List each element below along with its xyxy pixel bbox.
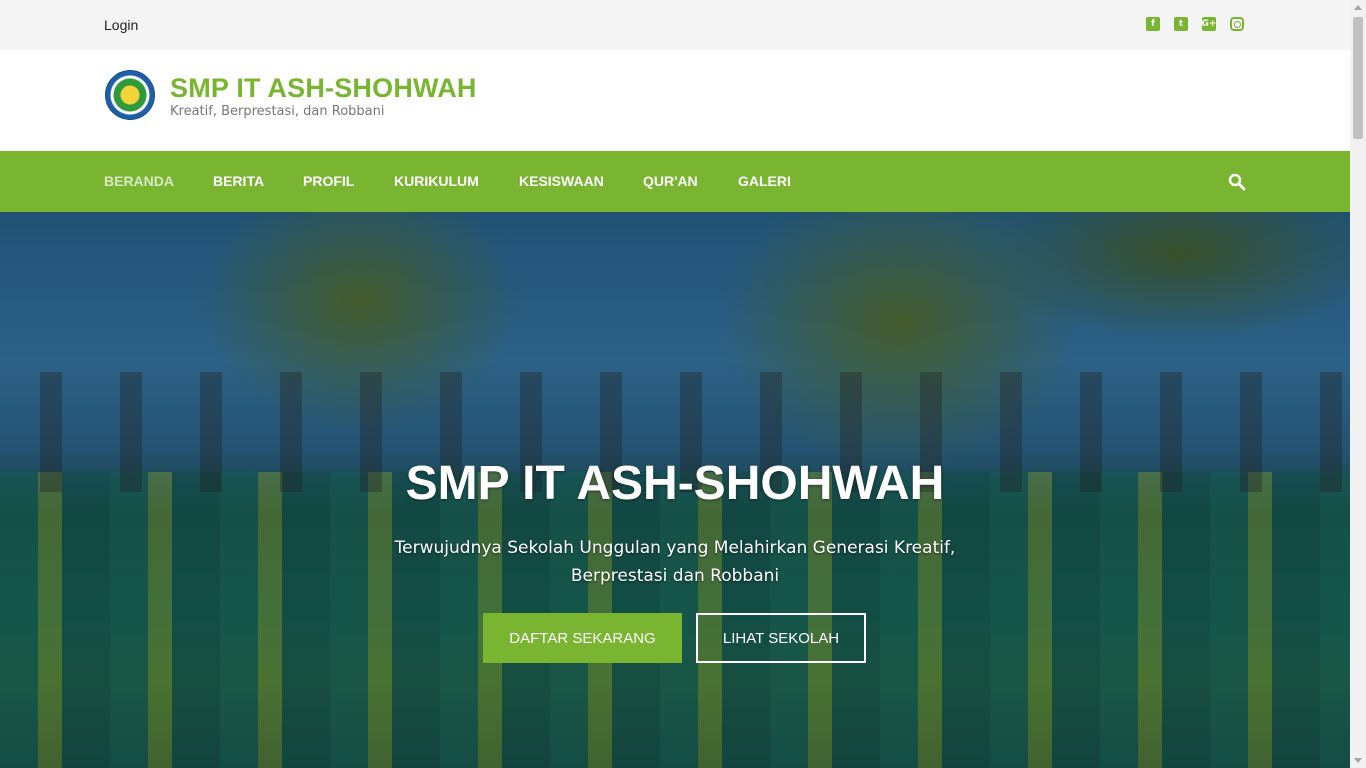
site-header: SMP IT ASH-SHOHWAH Kreatif, Berprestasi,… (0, 50, 1350, 151)
nav-item-kurikulum[interactable]: KURIKULUM (394, 173, 479, 189)
hero-text: Terwujudnya Sekolah Unggulan yang Melahi… (394, 538, 956, 586)
scroll-thumb[interactable] (1353, 17, 1363, 139)
nav-item-profil[interactable]: PROFIL (303, 173, 354, 189)
view-school-button[interactable]: LIHAT SEKOLAH (696, 613, 866, 663)
google-plus-icon[interactable]: G+ (1202, 17, 1216, 31)
nav-item-berita[interactable]: BERITA (213, 173, 264, 189)
search-icon[interactable] (1228, 173, 1246, 191)
login-link[interactable]: Login (104, 17, 138, 33)
top-bar: Login f t G+ (0, 0, 1350, 50)
register-now-button[interactable]: DAFTAR SEKARANG (483, 613, 682, 663)
facebook-icon[interactable]: f (1146, 17, 1160, 31)
social-links: f t G+ (1146, 17, 1244, 31)
page-scrollbar[interactable] (1350, 0, 1366, 768)
instagram-icon[interactable] (1230, 17, 1244, 31)
site-tagline: Kreatif, Berprestasi, dan Robbani (170, 104, 385, 119)
nav-item-quran[interactable]: QUR'AN (643, 173, 698, 189)
nav-item-beranda[interactable]: BERANDA (104, 173, 174, 189)
site-title[interactable]: SMP IT ASH-SHOHWAH (170, 73, 477, 104)
scroll-down-arrow-icon[interactable] (1354, 758, 1362, 763)
main-nav: BERANDA BERITA PROFIL KURIKULUM KESISWAA… (0, 151, 1350, 212)
hero-title: SMP IT ASH-SHOHWAH (405, 457, 945, 510)
school-logo[interactable] (105, 70, 155, 120)
nav-item-kesiswaan[interactable]: KESISWAAN (519, 173, 604, 189)
nav-item-galeri[interactable]: GALERI (738, 173, 791, 189)
hero-banner: SMP IT ASH-SHOHWAH Terwujudnya Sekolah U… (0, 212, 1350, 768)
twitter-icon[interactable]: t (1174, 17, 1188, 31)
scroll-up-arrow-icon[interactable] (1354, 5, 1362, 10)
